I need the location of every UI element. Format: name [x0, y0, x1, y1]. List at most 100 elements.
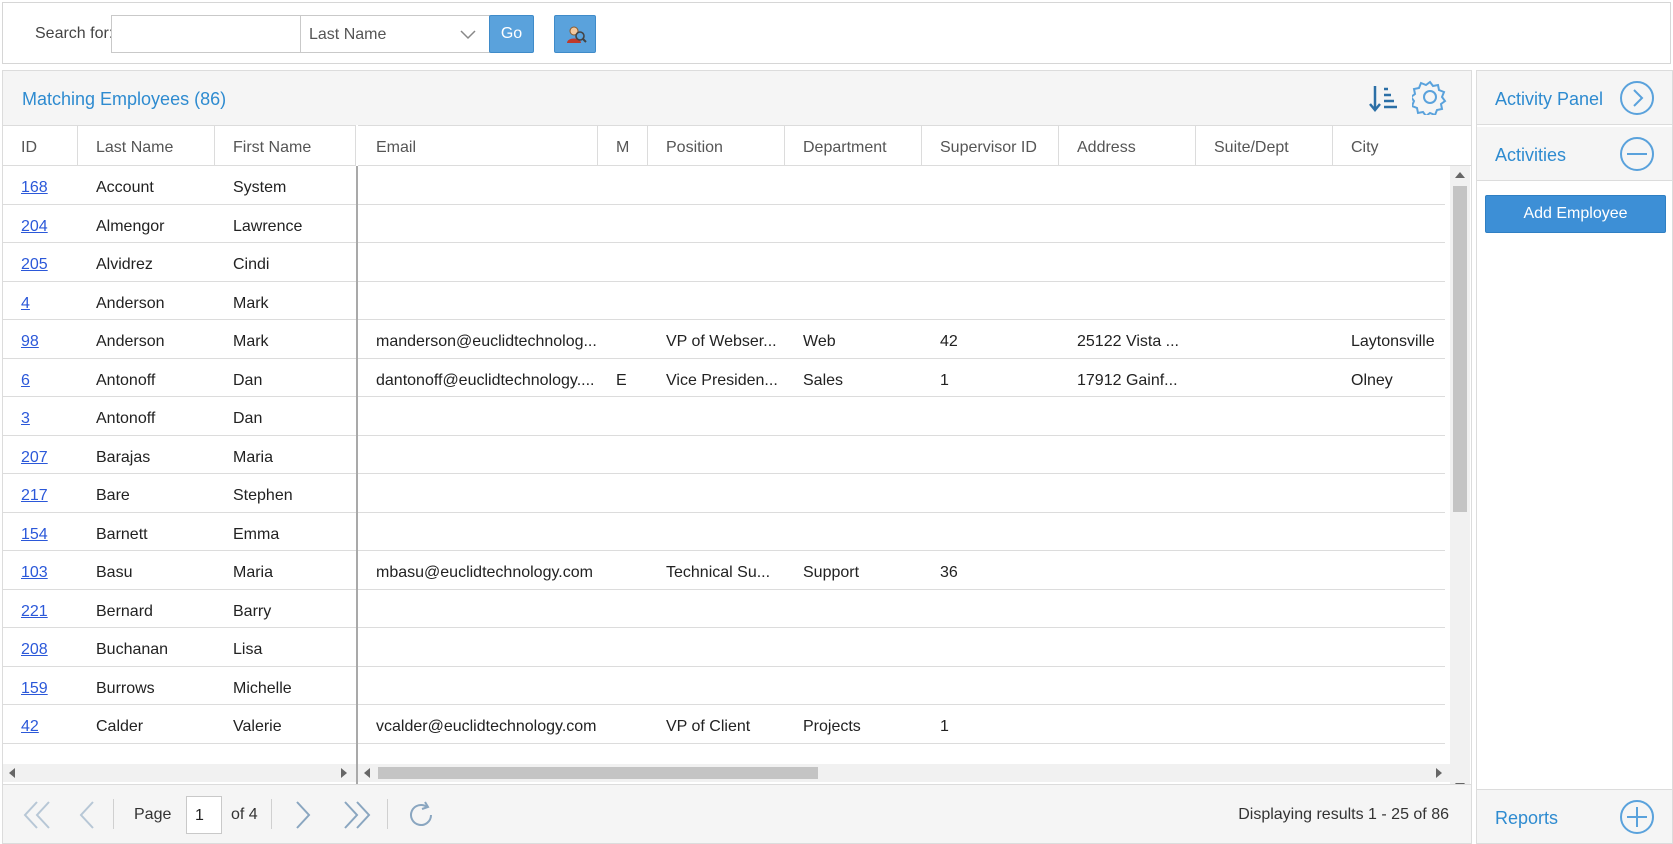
- cell-last-name: Account: [96, 179, 154, 196]
- cell-id[interactable]: 154: [3, 513, 78, 551]
- reports-section-header[interactable]: Reports: [1477, 789, 1672, 843]
- table-row[interactable]: 168 Account System: [3, 166, 1445, 205]
- expand-plus-icon[interactable]: [1619, 799, 1655, 835]
- cell-city: Laytonsville: [1351, 333, 1435, 350]
- scroll-left-arrow-icon[interactable]: [364, 768, 370, 778]
- activity-panel-header[interactable]: Activity Panel: [1477, 71, 1672, 125]
- go-button[interactable]: Go: [489, 15, 534, 53]
- table-row[interactable]: 6 Antonoff Dan dantonoff@euclidtechnology..…: [3, 359, 1445, 397]
- activity-panel: Activity Panel Activities Add Employee R…: [1476, 70, 1673, 844]
- previous-page-icon[interactable]: [77, 799, 97, 831]
- cell-suite-dept: [1196, 474, 1333, 512]
- cell-position: [648, 628, 785, 666]
- column-header-supervisor-id[interactable]: Supervisor ID: [922, 125, 1059, 166]
- table-row[interactable]: 221 Bernard Barry: [3, 590, 1445, 628]
- gear-icon[interactable]: [1412, 79, 1448, 115]
- cell-id[interactable]: 208: [3, 628, 78, 666]
- cell-id[interactable]: 207: [3, 436, 78, 474]
- column-header-email[interactable]: Email: [358, 125, 598, 166]
- pager-divider: [113, 799, 114, 829]
- column-header-address[interactable]: Address: [1059, 125, 1196, 166]
- table-row[interactable]: 207 Barajas Maria: [3, 436, 1445, 474]
- column-header-city[interactable]: City: [1333, 125, 1471, 166]
- cell-id[interactable]: 3: [3, 397, 78, 435]
- horizontal-scrollbar[interactable]: [358, 764, 1450, 782]
- table-row[interactable]: 4 Anderson Mark: [3, 282, 1445, 320]
- column-header-suite-dept[interactable]: Suite/Dept: [1196, 125, 1333, 166]
- scroll-right-arrow-icon[interactable]: [1436, 768, 1442, 778]
- cell-id[interactable]: 42: [3, 705, 78, 743]
- last-page-icon[interactable]: [341, 799, 373, 831]
- grid-title: Matching Employees (86): [22, 89, 227, 109]
- cell-city: [1333, 513, 1445, 551]
- cell-id[interactable]: 6: [3, 359, 78, 397]
- column-header-first-name[interactable]: First Name: [215, 125, 356, 166]
- table-row[interactable]: 103 Basu Maria mbasu@euclidtechnology.com Te…: [3, 551, 1445, 590]
- column-header-m[interactable]: M: [598, 125, 648, 166]
- cell-last-name: Anderson: [96, 333, 165, 350]
- refresh-icon[interactable]: [405, 799, 437, 831]
- cell-position: [648, 282, 785, 320]
- cell-position: [648, 667, 785, 705]
- table-row[interactable]: 208 Buchanan Lisa: [3, 628, 1445, 667]
- cell-suite-dept: [1196, 359, 1333, 397]
- page-number-input[interactable]: 1: [186, 796, 222, 834]
- column-header-last-name[interactable]: Last Name: [78, 125, 215, 166]
- cell-id[interactable]: 221: [3, 590, 78, 628]
- cell-position: [648, 243, 785, 281]
- cell-department: [785, 397, 922, 435]
- cell-m: [598, 590, 648, 628]
- cell-id[interactable]: 204: [3, 205, 78, 243]
- table-row[interactable]: 3 Antonoff Dan: [3, 397, 1445, 436]
- table-row[interactable]: 204 Almengor Lawrence: [3, 205, 1445, 243]
- cell-last-name: Barnett: [96, 525, 148, 543]
- cell-last-name: Burrows: [96, 679, 155, 697]
- cell-address: 17912 Gainf...: [1077, 371, 1178, 389]
- cell-position: [648, 590, 785, 628]
- cell-id[interactable]: 168: [3, 166, 78, 204]
- advanced-search-button[interactable]: [554, 15, 596, 53]
- cell-id[interactable]: 205: [3, 243, 78, 281]
- column-header-department[interactable]: Department: [785, 125, 922, 166]
- cell-id[interactable]: 103: [3, 551, 78, 589]
- column-header-id[interactable]: ID: [3, 125, 78, 166]
- vertical-scroll-thumb[interactable]: [1453, 186, 1467, 512]
- cell-id[interactable]: 98: [3, 320, 78, 358]
- scroll-right-arrow-icon[interactable]: [341, 768, 347, 778]
- horizontal-scroll-thumb[interactable]: [378, 767, 818, 779]
- cell-id[interactable]: 159: [3, 667, 78, 705]
- scroll-left-arrow-icon[interactable]: [9, 768, 15, 778]
- locked-horizontal-scrollbar[interactable]: [3, 764, 356, 782]
- activities-section-header[interactable]: Activities: [1477, 127, 1672, 181]
- pager-divider: [271, 799, 272, 829]
- cell-m: [598, 282, 648, 320]
- scroll-up-arrow-icon[interactable]: [1455, 172, 1465, 178]
- sort-icon[interactable]: [1369, 83, 1399, 113]
- table-row[interactable]: 217 Bare Stephen: [3, 474, 1445, 513]
- first-page-icon[interactable]: [21, 799, 53, 831]
- column-header-position[interactable]: Position: [648, 125, 785, 166]
- table-row[interactable]: 98 Anderson Mark manderson@euclidtechnolog.…: [3, 320, 1445, 359]
- table-row[interactable]: 154 Barnett Emma: [3, 513, 1445, 551]
- cell-id[interactable]: 217: [3, 474, 78, 512]
- search-bar: Search for: Last Name Go: [2, 2, 1671, 64]
- cell-supervisor-id: [922, 166, 1059, 204]
- cell-last-name: Almengor: [96, 217, 165, 235]
- collapse-minus-icon[interactable]: [1619, 136, 1655, 172]
- page-total-label: of 4: [231, 806, 258, 823]
- cell-last-name: Alvidrez: [96, 256, 153, 273]
- cell-id[interactable]: 4: [3, 282, 78, 320]
- chevron-right-circle-icon[interactable]: [1619, 80, 1655, 116]
- search-input[interactable]: [111, 15, 301, 53]
- search-field-select[interactable]: Last Name: [300, 15, 490, 53]
- add-employee-button[interactable]: Add Employee: [1485, 195, 1666, 233]
- cell-supervisor-id: 42: [940, 333, 958, 350]
- table-row[interactable]: 42 Calder Valerie vcalder@euclidtechnology.…: [3, 705, 1445, 744]
- table-row[interactable]: 205 Alvidrez Cindi: [3, 243, 1445, 282]
- cell-last-name: Calder: [96, 718, 144, 735]
- table-row[interactable]: 159 Burrows Michelle: [3, 667, 1445, 705]
- vertical-scrollbar[interactable]: [1450, 166, 1470, 832]
- person-search-icon: [567, 26, 587, 43]
- next-page-icon[interactable]: [293, 799, 313, 831]
- cell-email: [358, 166, 598, 204]
